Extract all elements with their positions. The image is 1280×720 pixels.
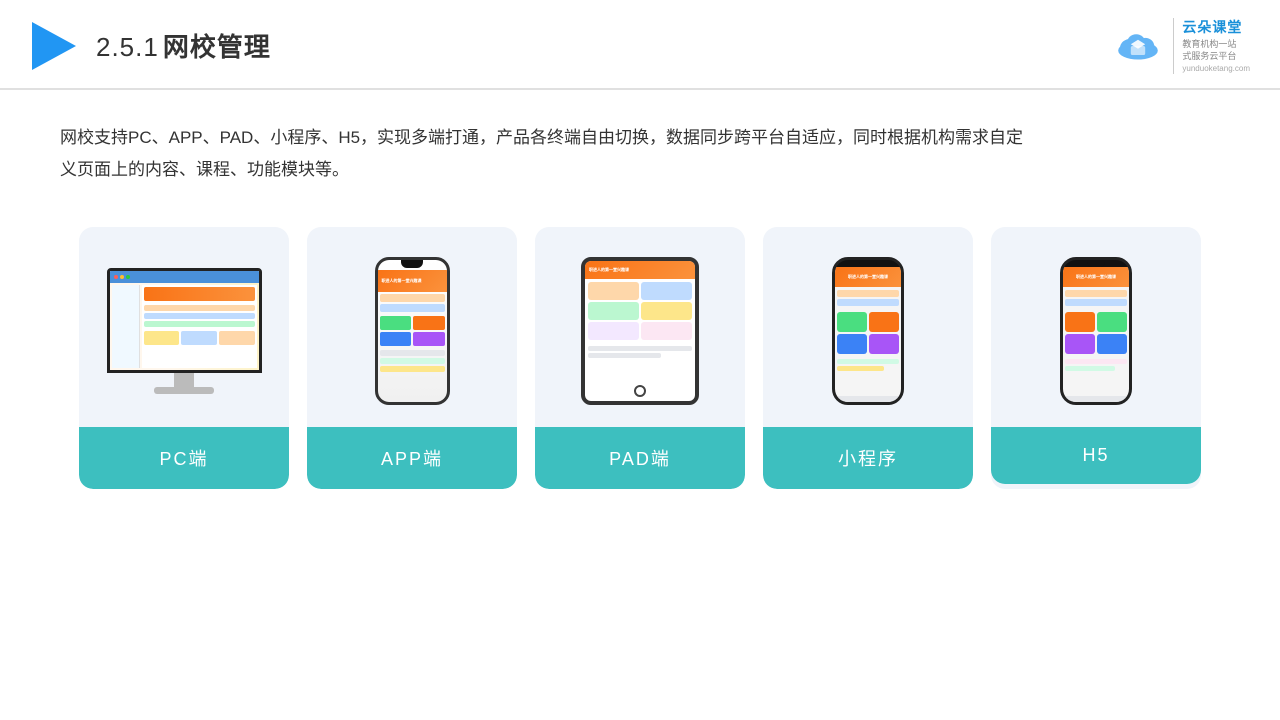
card-app-label: APP端 [307, 427, 517, 489]
tablet-screen: 职进人的第一堂兴趣课 [585, 261, 695, 401]
tablet-item-1 [588, 282, 639, 300]
tablet-item-2 [641, 282, 692, 300]
card-pc: PC端 [79, 227, 289, 489]
tablet-home-button [634, 385, 646, 397]
phone-grid-4 [413, 332, 445, 346]
logo-slogan2: 式服务云平台 [1182, 50, 1236, 63]
mini-grid-3 [837, 334, 867, 354]
logo-area: 云朵课堂 教育机构一站 式服务云平台 yunduoketang.com [1111, 18, 1250, 74]
h5-grid-2 [1097, 312, 1127, 332]
tablet-item-6 [641, 322, 692, 340]
card-pc-image [79, 227, 289, 427]
tablet-body: 职进人的第一堂兴趣课 [581, 257, 699, 405]
mini-grid [835, 310, 901, 356]
h5-grid-3 [1065, 334, 1095, 354]
header-left: 2.5.1网校管理 [30, 22, 271, 70]
h5-phone-mockup: 职进人的第一堂兴趣课 [1060, 257, 1132, 405]
logo-brand: 云朵课堂 [1182, 18, 1242, 38]
h5-grid [1063, 310, 1129, 356]
phone-grid-2 [413, 316, 445, 330]
card-mini-label: 小程序 [763, 427, 973, 489]
tablet-item-3 [588, 302, 639, 320]
tablet-item-4 [641, 302, 692, 320]
h5-phone-screen: 职进人的第一堂兴趣课 [1063, 267, 1129, 402]
phone-screen-app: 职进人的第一堂兴趣课 [378, 260, 447, 402]
cloud-logo-icon [1111, 28, 1165, 64]
phone-notch [401, 260, 423, 268]
phone-grid-3 [380, 332, 412, 346]
cards-container: PC端 职进人的第一堂兴趣课 [0, 207, 1280, 519]
logo-text-area: 云朵课堂 教育机构一站 式服务云平台 yunduoketang.com [1173, 18, 1250, 74]
tablet-item-5 [588, 322, 639, 340]
mini-screen-header: 职进人的第一堂兴趣课 [835, 267, 901, 287]
card-pad-label: PAD端 [535, 427, 745, 489]
card-pc-label: PC端 [79, 427, 289, 489]
mini-grid-2 [869, 312, 899, 332]
monitor-mockup [107, 268, 262, 394]
phone-grid [378, 314, 447, 348]
card-h5-label: H5 [991, 427, 1201, 484]
play-icon [30, 22, 78, 70]
card-pad: 职进人的第一堂兴趣课 [535, 227, 745, 489]
h5-grid-4 [1097, 334, 1127, 354]
mini-grid-1 [837, 312, 867, 332]
page-header: 2.5.1网校管理 云朵课堂 教育机构一站 式服务云平台 yunduoketan… [0, 0, 1280, 90]
mini-phone-notch [859, 260, 877, 267]
h5-phone-notch [1087, 260, 1105, 267]
mini-phone-screen: 职进人的第一堂兴趣课 [835, 267, 901, 402]
card-mini: 职进人的第一堂兴趣课 [763, 227, 973, 489]
phone-body-app: 职进人的第一堂兴趣课 [375, 257, 450, 405]
monitor-screen [107, 268, 262, 373]
logo-slogan: 教育机构一站 [1182, 38, 1236, 51]
card-app: 职进人的第一堂兴趣课 [307, 227, 517, 489]
h5-grid-1 [1065, 312, 1095, 332]
phone-grid-1 [380, 316, 412, 330]
tablet-mockup: 职进人的第一堂兴趣课 [581, 257, 699, 405]
tablet-header: 职进人的第一堂兴趣课 [585, 261, 695, 279]
card-h5: 职进人的第一堂兴趣课 [991, 227, 1201, 489]
logo-url: yunduoketang.com [1182, 63, 1250, 74]
page-title: 2.5.1网校管理 [96, 27, 271, 64]
mini-grid-4 [869, 334, 899, 354]
mini-phone-mockup: 职进人的第一堂兴趣课 [832, 257, 904, 405]
mini-bottom-bar [835, 396, 901, 402]
h5-screen-header: 职进人的第一堂兴趣课 [1063, 267, 1129, 287]
card-app-image: 职进人的第一堂兴趣课 [307, 227, 517, 427]
h5-bottom-bar [1063, 396, 1129, 402]
phone-mockup-app: 职进人的第一堂兴趣课 [375, 257, 450, 405]
card-pad-image: 职进人的第一堂兴趣课 [535, 227, 745, 427]
card-mini-image: 职进人的第一堂兴趣课 [763, 227, 973, 427]
description-text: 网校支持PC、APP、PAD、小程序、H5，实现多端打通，产品各终端自由切换，数… [0, 90, 1100, 207]
card-h5-image: 职进人的第一堂兴趣课 [991, 227, 1201, 427]
